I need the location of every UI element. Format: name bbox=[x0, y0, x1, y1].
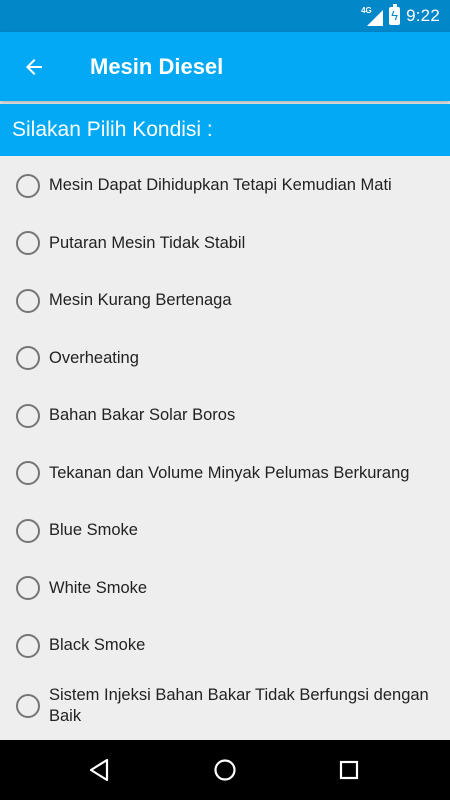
section-header: Silakan Pilih Kondisi : bbox=[0, 104, 450, 156]
radio-button[interactable] bbox=[16, 231, 40, 256]
radio-button[interactable] bbox=[16, 576, 40, 601]
radio-option-label[interactable]: Tekanan dan Volume Minyak Pelumas Berkur… bbox=[49, 463, 438, 484]
radio-option[interactable]: Sistem Injeksi Bahan Bakar Tidak Berfung… bbox=[0, 675, 450, 737]
radio-option-label[interactable]: Bahan Bakar Solar Boros bbox=[49, 405, 438, 426]
radio-option[interactable]: Putaran Mesin Tidak Stabil bbox=[0, 215, 450, 273]
section-title: Silakan Pilih Kondisi : bbox=[12, 118, 213, 141]
nav-recents-icon bbox=[339, 760, 359, 780]
condition-radio-group: Mesin Dapat Dihidupkan Tetapi Kemudian M… bbox=[0, 157, 450, 737]
radio-option[interactable]: Overheating bbox=[0, 330, 450, 388]
radio-button[interactable] bbox=[16, 693, 40, 718]
radio-button[interactable] bbox=[16, 461, 40, 486]
radio-button[interactable] bbox=[16, 518, 40, 543]
radio-option-label[interactable]: Black Smoke bbox=[49, 635, 438, 656]
radio-button[interactable] bbox=[16, 633, 40, 658]
app-bar: Mesin Diesel bbox=[0, 32, 450, 101]
nav-home-icon bbox=[214, 759, 236, 781]
battery-icon: ϟ bbox=[389, 4, 401, 25]
radio-option[interactable]: Blue Smoke bbox=[0, 502, 450, 560]
status-bar: 4G ϟ 9:22 bbox=[0, 0, 450, 32]
radio-option[interactable]: White Smoke bbox=[0, 560, 450, 618]
radio-option[interactable]: Bahan Bakar Solar Boros bbox=[0, 387, 450, 445]
status-icons: 4G ϟ 9:22 bbox=[361, 0, 440, 32]
status-time: 9:22 bbox=[406, 6, 440, 25]
nav-back-icon bbox=[89, 758, 109, 782]
nav-back-button[interactable] bbox=[59, 740, 139, 800]
signal-icon: 4G bbox=[361, 6, 384, 26]
radio-option-label[interactable]: Blue Smoke bbox=[49, 520, 438, 541]
radio-button[interactable] bbox=[16, 403, 40, 428]
nav-recents-button[interactable] bbox=[309, 740, 389, 800]
radio-option-label[interactable]: White Smoke bbox=[49, 578, 438, 599]
radio-option-label[interactable]: Mesin Dapat Dihidupkan Tetapi Kemudian M… bbox=[49, 175, 438, 196]
radio-option-label[interactable]: Mesin Kurang Bertenaga bbox=[49, 290, 438, 311]
charging-bolt-icon: ϟ bbox=[391, 8, 399, 23]
radio-option[interactable]: Black Smoke bbox=[0, 617, 450, 675]
signal-strength-icon bbox=[367, 10, 384, 26]
radio-button[interactable] bbox=[16, 173, 40, 198]
system-nav-bar bbox=[0, 740, 450, 800]
radio-option-label[interactable]: Putaran Mesin Tidak Stabil bbox=[49, 233, 438, 254]
nav-home-button[interactable] bbox=[185, 740, 265, 800]
radio-button[interactable] bbox=[16, 346, 40, 371]
radio-option-label[interactable]: Sistem Injeksi Bahan Bakar Tidak Berfung… bbox=[49, 685, 438, 727]
radio-option[interactable]: Mesin Kurang Bertenaga bbox=[0, 272, 450, 330]
radio-option[interactable]: Mesin Dapat Dihidupkan Tetapi Kemudian M… bbox=[0, 157, 450, 215]
radio-button[interactable] bbox=[16, 288, 40, 313]
arrow-back-icon bbox=[26, 59, 42, 75]
radio-option-label[interactable]: Overheating bbox=[49, 348, 438, 369]
back-button[interactable] bbox=[10, 43, 58, 91]
page-title: Mesin Diesel bbox=[90, 54, 224, 79]
radio-option[interactable]: Tekanan dan Volume Minyak Pelumas Berkur… bbox=[0, 445, 450, 503]
